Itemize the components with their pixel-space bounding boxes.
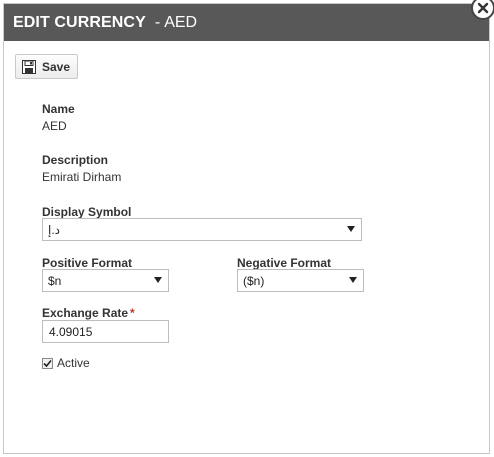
dialog-titlebar: EDIT CURRENCY - AED [4,4,489,41]
negative-format-select[interactable]: ($n) [237,269,364,292]
exchange-rate-label: Exchange Rate * [42,306,135,320]
positive-format-label: Positive Format [42,256,133,270]
chevron-down-icon [154,277,162,283]
checkmark-icon [43,359,52,367]
positive-format-select[interactable]: $n [42,269,169,292]
description-value: Emirati Dirham [42,170,122,184]
description-label: Description [42,153,109,167]
edit-currency-dialog: EDIT CURRENCY - AED Save Name AED Descri… [3,3,490,454]
dialog-title: EDIT CURRENCY [13,13,146,31]
name-label: Name [42,102,75,116]
chevron-down-icon [349,277,357,283]
save-button-label: Save [42,59,71,74]
floppy-disk-icon [22,59,36,74]
active-label: Active [57,356,90,370]
close-button[interactable] [471,0,494,20]
negative-format-value: ($n) [243,273,265,288]
display-symbol-value: د.إ [48,222,61,237]
negative-format-label: Negative Format [237,256,332,270]
chevron-down-icon [347,226,355,232]
close-icon [477,2,489,14]
required-marker: * [130,306,135,320]
display-symbol-label: Display Symbol [42,205,132,219]
active-checkbox[interactable] [42,357,53,369]
exchange-rate-label-text: Exchange Rate [42,306,129,320]
positive-format-value: $n [48,273,62,288]
name-value: AED [42,119,67,133]
title-separator: - [154,13,161,31]
save-button[interactable]: Save [15,54,79,79]
display-symbol-select[interactable]: د.إ [42,218,362,241]
currency-code-title: AED [164,13,198,31]
toolbar: Save [15,54,79,79]
exchange-rate-input[interactable] [42,320,169,343]
active-checkbox-row: Active [42,356,90,370]
